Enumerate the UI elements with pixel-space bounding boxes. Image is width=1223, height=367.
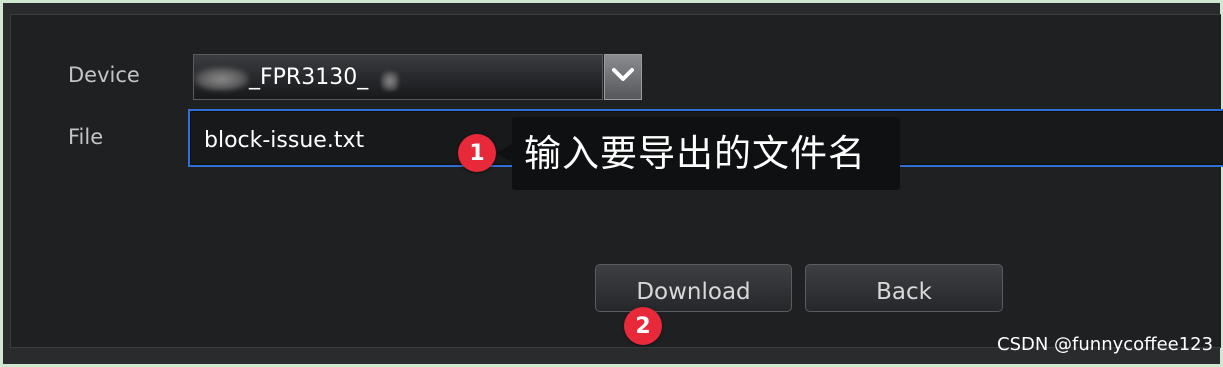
- device-label: Device: [68, 63, 140, 87]
- watermark: CSDN @funnycoffee123: [997, 334, 1214, 355]
- redacted-blur: [381, 71, 399, 91]
- file-label: File: [68, 125, 104, 149]
- annotation-tooltip: 输入要导出的文件名: [512, 117, 900, 190]
- download-button[interactable]: Download: [595, 264, 792, 312]
- chevron-down-icon: [612, 68, 634, 81]
- device-dropdown-button[interactable]: [604, 54, 642, 100]
- file-name-value: block-issue.txt: [204, 128, 365, 153]
- back-button[interactable]: Back: [805, 264, 1003, 312]
- device-select[interactable]: _FPR3130_: [193, 54, 603, 100]
- tooltip-arrow: [496, 144, 512, 162]
- step-marker-1: 1: [458, 134, 496, 172]
- device-select-value: _FPR3130_: [249, 65, 369, 90]
- redacted-blur: [194, 67, 249, 91]
- step-marker-2: 2: [624, 307, 662, 345]
